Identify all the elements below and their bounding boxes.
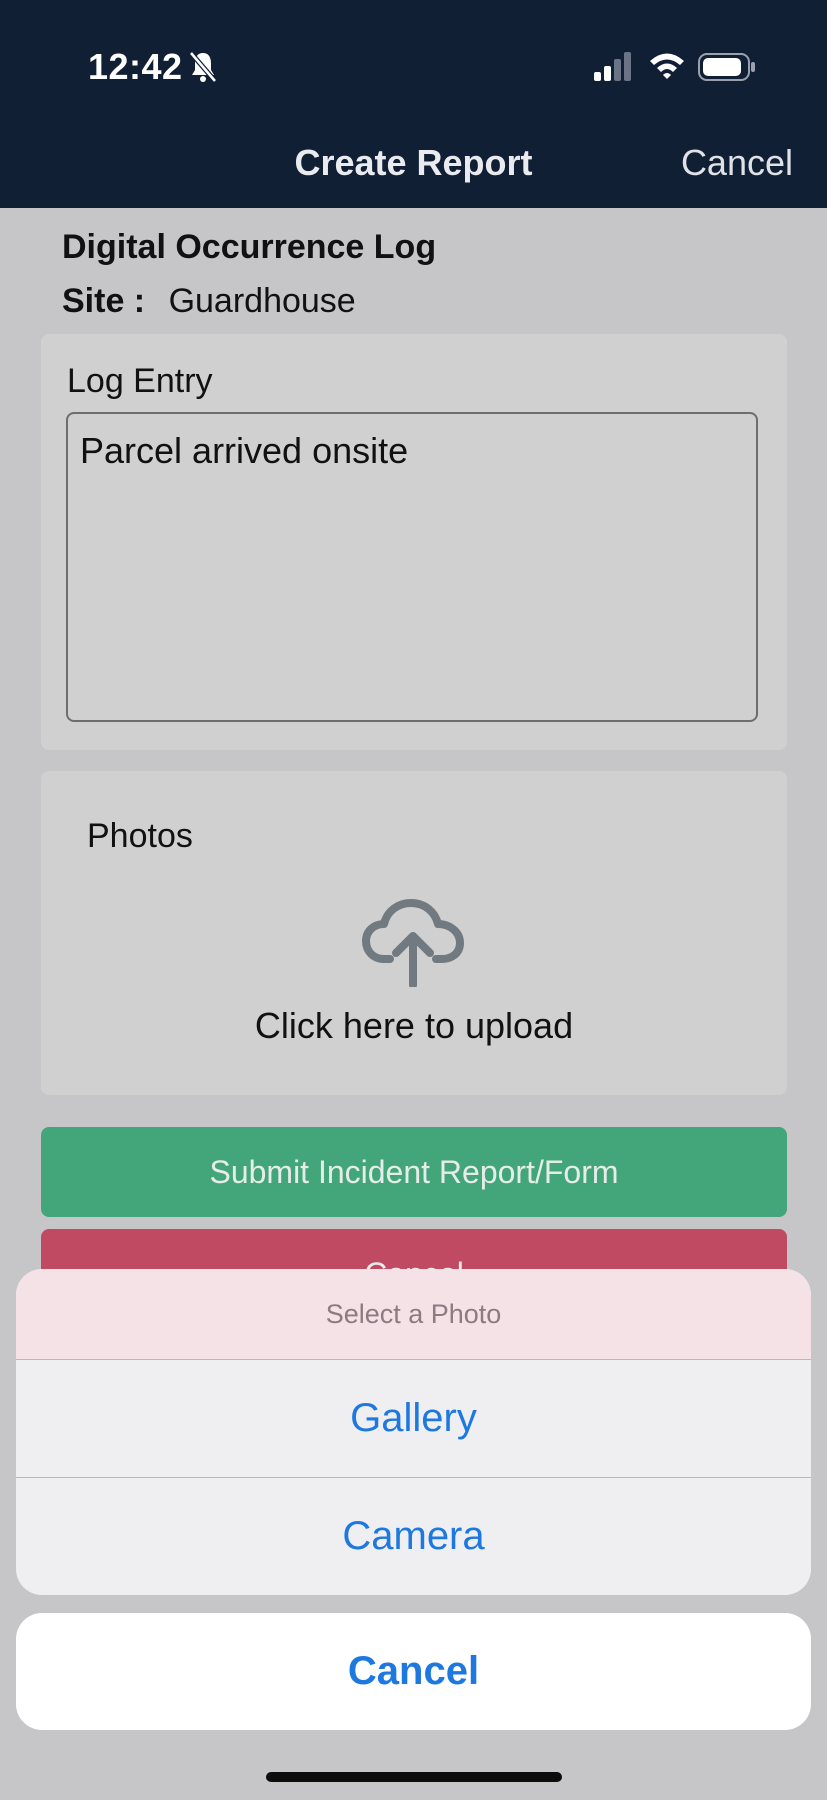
camera-option[interactable]: Camera <box>16 1478 811 1595</box>
nav-bar: Create Report Cancel <box>0 120 827 208</box>
log-entry-card: Log Entry Parcel arrived onsite <box>41 334 787 750</box>
site-value: Guardhouse <box>168 282 356 320</box>
submit-button[interactable]: Submit Incident Report/Form <box>41 1127 787 1217</box>
site-line: Site : Guardhouse <box>62 282 356 321</box>
upload-text[interactable]: Click here to upload <box>41 1005 787 1047</box>
action-sheet-title: Select a Photo <box>16 1269 811 1360</box>
form-heading: Digital Occurrence Log <box>62 228 437 266</box>
photos-card: Photos Click here to upload <box>41 771 787 1095</box>
wifi-icon <box>650 53 684 79</box>
home-indicator[interactable] <box>266 1772 562 1782</box>
status-time: 12:42 <box>88 46 183 87</box>
nav-cancel-button[interactable]: Cancel <box>681 142 793 184</box>
gallery-option[interactable]: Gallery <box>16 1360 811 1478</box>
status-bar: 12:42 <box>0 0 827 120</box>
bell-slash-icon <box>189 51 217 83</box>
battery-icon <box>698 53 755 81</box>
log-entry-textarea[interactable]: Parcel arrived onsite <box>66 412 758 722</box>
site-label: Site : <box>62 282 146 320</box>
photo-action-sheet: Select a Photo Gallery Camera <box>16 1269 811 1595</box>
signal-icon <box>594 52 631 81</box>
action-sheet-cancel-button[interactable]: Cancel <box>16 1613 811 1730</box>
cloud-upload-icon[interactable] <box>362 897 466 987</box>
log-entry-label: Log Entry <box>67 362 213 400</box>
photos-label: Photos <box>87 817 193 855</box>
